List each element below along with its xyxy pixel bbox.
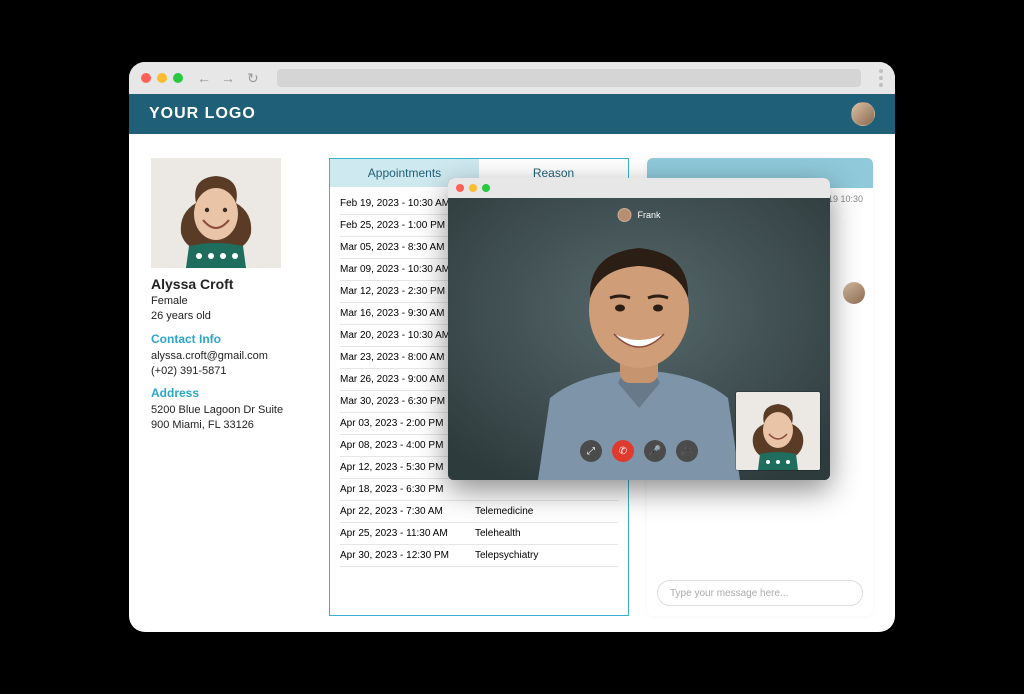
- patient-email: alyssa.croft@gmail.com: [151, 349, 311, 364]
- video-call-window[interactable]: Frank ⤢ ✆ 🎤 🎥: [448, 178, 830, 480]
- appointment-reason: [475, 485, 618, 495]
- appointment-datetime: Apr 25, 2023 - 11:30 AM: [340, 529, 475, 539]
- appointment-reason: Telehealth: [475, 529, 618, 539]
- video-call-participant-label: Frank: [617, 208, 660, 222]
- appointment-datetime: Apr 30, 2023 - 12:30 PM: [340, 551, 475, 561]
- patient-age: 26 years old: [151, 309, 311, 324]
- participant-name: Frank: [637, 210, 660, 220]
- patient-address-line2: 900 Miami, FL 33126: [151, 418, 311, 433]
- overflow-menu-icon[interactable]: [879, 69, 883, 87]
- appointment-row[interactable]: Apr 30, 2023 - 12:30 PMTelepsychiatry: [340, 545, 618, 567]
- phone-icon: ✆: [619, 446, 627, 457]
- expand-icon: ⤢: [587, 446, 595, 457]
- address-title: Address: [151, 386, 311, 400]
- chat-participant-avatar[interactable]: [843, 282, 865, 304]
- mic-icon: 🎤: [649, 446, 661, 457]
- video-call-controls: ⤢ ✆ 🎤 🎥: [580, 440, 698, 462]
- chat-placeholder: Type your message here...: [670, 588, 788, 599]
- nav-arrows: ← →: [197, 70, 235, 86]
- maximize-icon[interactable]: [173, 73, 183, 83]
- appointment-reason: Telemedicine: [475, 507, 618, 517]
- forward-button[interactable]: →: [221, 70, 235, 86]
- participant-avatar-icon: [617, 208, 631, 222]
- minimize-icon[interactable]: [157, 73, 167, 83]
- contact-info-title: Contact Info: [151, 332, 311, 346]
- video-call-self-view[interactable]: [736, 392, 820, 470]
- patient-name: Alyssa Croft: [151, 276, 311, 292]
- patient-gender: Female: [151, 294, 311, 309]
- camera-icon: 🎥: [681, 446, 693, 457]
- back-button[interactable]: ←: [197, 70, 211, 86]
- refresh-button[interactable]: ↻: [247, 70, 259, 87]
- maximize-icon[interactable]: [482, 184, 490, 192]
- video-call-titlebar[interactable]: [448, 178, 830, 198]
- app-logo: YOUR LOGO: [149, 105, 256, 123]
- expand-button[interactable]: ⤢: [580, 440, 602, 462]
- appointment-datetime: Apr 22, 2023 - 7:30 AM: [340, 507, 475, 517]
- patient-card: Alyssa Croft Female 26 years old Contact…: [151, 158, 311, 614]
- browser-chrome: ← → ↻: [129, 62, 895, 94]
- patient-address-line1: 5200 Blue Lagoon Dr Suite: [151, 403, 311, 418]
- user-avatar[interactable]: [851, 102, 875, 126]
- chat-timestamp: 19 10:30: [828, 194, 863, 204]
- mic-button[interactable]: 🎤: [644, 440, 666, 462]
- video-call-main: Frank ⤢ ✆ 🎤 🎥: [448, 198, 830, 480]
- appointment-row[interactable]: Apr 25, 2023 - 11:30 AMTelehealth: [340, 523, 618, 545]
- appointment-row[interactable]: Apr 22, 2023 - 7:30 AMTelemedicine: [340, 501, 618, 523]
- patient-photo: [151, 158, 281, 268]
- hangup-button[interactable]: ✆: [612, 440, 634, 462]
- appointment-row[interactable]: Apr 18, 2023 - 6:30 PM: [340, 479, 618, 501]
- patient-phone: (+02) 391-5871: [151, 364, 311, 379]
- appointment-datetime: Apr 18, 2023 - 6:30 PM: [340, 485, 475, 495]
- app-header: YOUR LOGO: [129, 94, 895, 134]
- minimize-icon[interactable]: [469, 184, 477, 192]
- close-icon[interactable]: [141, 73, 151, 83]
- chat-input[interactable]: Type your message here...: [657, 580, 863, 606]
- url-input[interactable]: [277, 69, 861, 87]
- appointment-reason: Telepsychiatry: [475, 551, 618, 561]
- camera-button[interactable]: 🎥: [676, 440, 698, 462]
- traffic-lights: [141, 73, 183, 83]
- close-icon[interactable]: [456, 184, 464, 192]
